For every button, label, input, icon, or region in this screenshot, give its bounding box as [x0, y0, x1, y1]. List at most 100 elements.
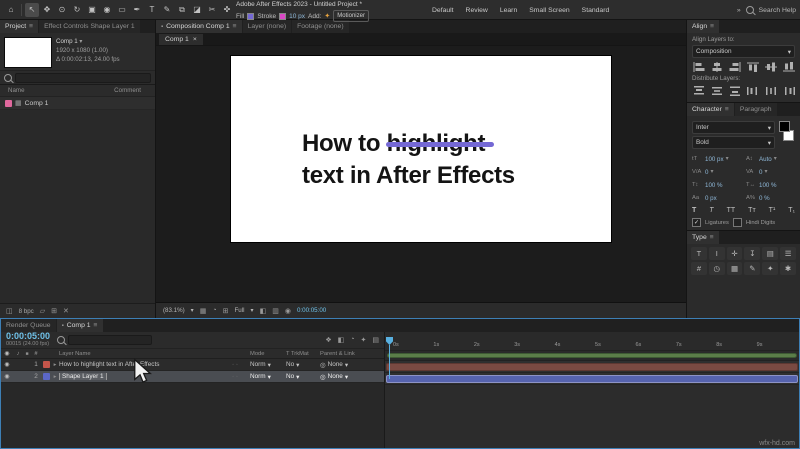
composition-viewer[interactable]: How to highlight text in After Effects [156, 46, 686, 302]
clone-stamp-tool-icon[interactable]: ⧉ [175, 3, 189, 17]
leading-value[interactable]: Auto [759, 156, 772, 163]
project-bit-depth[interactable]: 8 bpc [19, 308, 34, 315]
column-mode[interactable]: Mode [250, 351, 286, 357]
lock-icon[interactable]: ■ [23, 351, 31, 357]
fill-color-swatch[interactable] [779, 121, 790, 132]
project-item-row[interactable]: ▦ Comp 1 [0, 97, 155, 110]
list-icon[interactable]: ☰ [780, 247, 796, 260]
superscript-button[interactable]: T¹ [769, 207, 776, 214]
font-family-dropdown[interactable]: Inter ▾ [692, 121, 775, 134]
column-comment[interactable]: Comment [114, 87, 147, 94]
chevron-down-icon[interactable]: ▾ [191, 307, 194, 314]
align-horizontal-center-button[interactable] [710, 61, 723, 72]
hide-shy-layers-icon[interactable]: ◔ [350, 336, 354, 344]
tab-render-queue[interactable]: Render Queue [1, 319, 56, 332]
camera-tool-icon[interactable]: ▣ [85, 3, 99, 17]
tab-paragraph[interactable]: Paragraph [734, 103, 777, 116]
region-of-interest-icon[interactable]: ⊞ [223, 307, 229, 315]
motionizer-button[interactable]: Motionizer [333, 10, 369, 22]
pickwhip-icon[interactable]: ◎ [320, 373, 326, 381]
layer-mode-dropdown[interactable]: Norm ▾ [250, 373, 286, 381]
ibeam-icon[interactable]: I [708, 247, 725, 260]
layer-label-swatch[interactable] [41, 361, 51, 368]
subscript-button[interactable]: T₁ [788, 207, 795, 214]
panel-menu-icon[interactable]: ≡ [710, 23, 714, 30]
layer-duration-bar-text[interactable] [386, 362, 798, 371]
clock-icon[interactable]: ◷ [708, 262, 725, 275]
viewer-timecode[interactable]: 0:00:05:00 [297, 307, 326, 314]
time-ruler[interactable]: 0s 1s 2s 3s 4s 5s 6s 7s 8s 9s [385, 332, 799, 351]
pan-behind-tool-icon[interactable]: ◉ [100, 3, 114, 17]
motion-blur-icon[interactable]: ▤ [372, 336, 379, 344]
zoom-tool-icon[interactable]: ⊙ [55, 3, 69, 17]
timecode-value[interactable]: 0:00:05:00 [6, 332, 50, 341]
text-icon[interactable]: T [691, 247, 707, 260]
font-size-value[interactable]: 100 px [705, 156, 724, 163]
time-navigator-bar[interactable] [387, 353, 797, 358]
exposure-icon[interactable]: ▥ [272, 307, 279, 315]
selection-tool-icon[interactable]: ↖ [25, 2, 39, 17]
brush-tool-icon[interactable]: ✎ [160, 3, 174, 17]
panel-menu-icon[interactable]: ≡ [725, 106, 729, 113]
frame-blending-icon[interactable]: ✦ [361, 336, 367, 344]
new-folder-icon[interactable]: ▱ [40, 307, 45, 315]
layer-trkmat-dropdown[interactable]: No ▾ [286, 373, 320, 381]
faux-italic-button[interactable]: T [709, 207, 713, 214]
kerning-field[interactable]: V/A 0 ▾ [692, 166, 741, 178]
current-time-indicator[interactable] [389, 345, 390, 379]
column-parent-link[interactable]: Parent & Link [320, 351, 384, 357]
project-item-name[interactable]: Comp 1 [25, 100, 49, 107]
layer-switches[interactable]: ◦◦ [222, 362, 250, 368]
type-tool-icon[interactable]: T [145, 3, 159, 17]
eraser-tool-icon[interactable]: ◪ [190, 3, 204, 17]
tab-timeline-comp1[interactable]: ▪ Comp 1 ≡ [56, 319, 103, 332]
twirl-icon[interactable]: ▸ [51, 374, 59, 380]
layer-trkmat-dropdown[interactable]: No ▾ [286, 361, 320, 369]
distribute-top-button[interactable] [692, 85, 705, 96]
column-trkmat[interactable]: T TrkMat [286, 351, 320, 357]
workspace-small-screen[interactable]: Small Screen [529, 7, 569, 14]
current-time-display[interactable]: 0:00:05:00 00015 (24.00 fps) [6, 332, 50, 348]
panel-menu-icon[interactable]: ≡ [710, 234, 714, 241]
puppet-pin-tool-icon[interactable]: ✜ [220, 3, 234, 17]
layer-switches[interactable]: ◦◦ [222, 374, 250, 380]
camera-icon[interactable]: ◉ [285, 307, 291, 315]
panel-menu-icon[interactable]: ≡ [94, 322, 98, 329]
viewer-tab-comp1[interactable]: Comp 1 × [159, 33, 203, 45]
ligatures-checkbox[interactable]: ✓ [692, 218, 701, 227]
align-bottom-button[interactable] [782, 61, 795, 72]
new-composition-icon[interactable]: ⊞ [51, 307, 57, 315]
shape-tool-icon[interactable]: ▭ [115, 3, 129, 17]
horizontal-scale-field[interactable]: T↔ 100 % [746, 179, 795, 191]
stroke-swatch[interactable] [279, 12, 287, 20]
layer-name[interactable]: How to highlight text in After Effects [59, 361, 222, 368]
align-vertical-center-button[interactable] [764, 61, 777, 72]
layer-parent-dropdown[interactable]: ◎ None ▾ [320, 373, 384, 381]
tab-effect-controls[interactable]: Effect Controls Shape Layer 1 [39, 20, 140, 33]
horizontal-scale-value[interactable]: 100 % [759, 182, 777, 189]
panel-menu-icon[interactable]: ≡ [29, 23, 33, 30]
sparkle-icon[interactable]: ✦ [762, 262, 779, 275]
vertical-scale-field[interactable]: T↕ 100 % [692, 179, 741, 191]
distribute-right-button[interactable] [782, 85, 795, 96]
tab-align[interactable]: Align ≡ [687, 20, 720, 33]
distribute-left-button[interactable] [746, 85, 759, 96]
tab-character[interactable]: Character ≡ [687, 103, 734, 116]
panel-menu-icon[interactable]: ≡ [233, 23, 237, 30]
distribute-vertical-center-button[interactable] [710, 85, 723, 96]
comp-name[interactable]: Comp 1 [56, 38, 78, 45]
layer-mode-dropdown[interactable]: Norm ▾ [250, 361, 286, 369]
audio-icon[interactable]: ♪ [13, 351, 23, 357]
baseline-shift-value[interactable]: 0 px [705, 195, 717, 202]
arrow-down-icon[interactable]: ↧ [744, 247, 761, 260]
rows-icon[interactable]: ▤ [762, 247, 779, 260]
eye-icon[interactable]: ◉ [1, 373, 13, 380]
close-icon[interactable]: × [193, 36, 197, 43]
layer-row-shape[interactable]: ◉ 2 ▸ Shape Layer 1 ◦◦ Norm ▾ No ▾ ◎ None ▾ [1, 371, 384, 383]
faux-bold-button[interactable]: T [692, 207, 696, 214]
fill-swatch[interactable] [247, 12, 255, 20]
composition-canvas[interactable]: How to highlight text in After Effects [231, 56, 611, 242]
tracking-value[interactable]: 0 [759, 169, 762, 176]
leading-field[interactable]: A↕ Auto ▾ [746, 153, 795, 165]
workspace-review[interactable]: Review [466, 7, 488, 14]
